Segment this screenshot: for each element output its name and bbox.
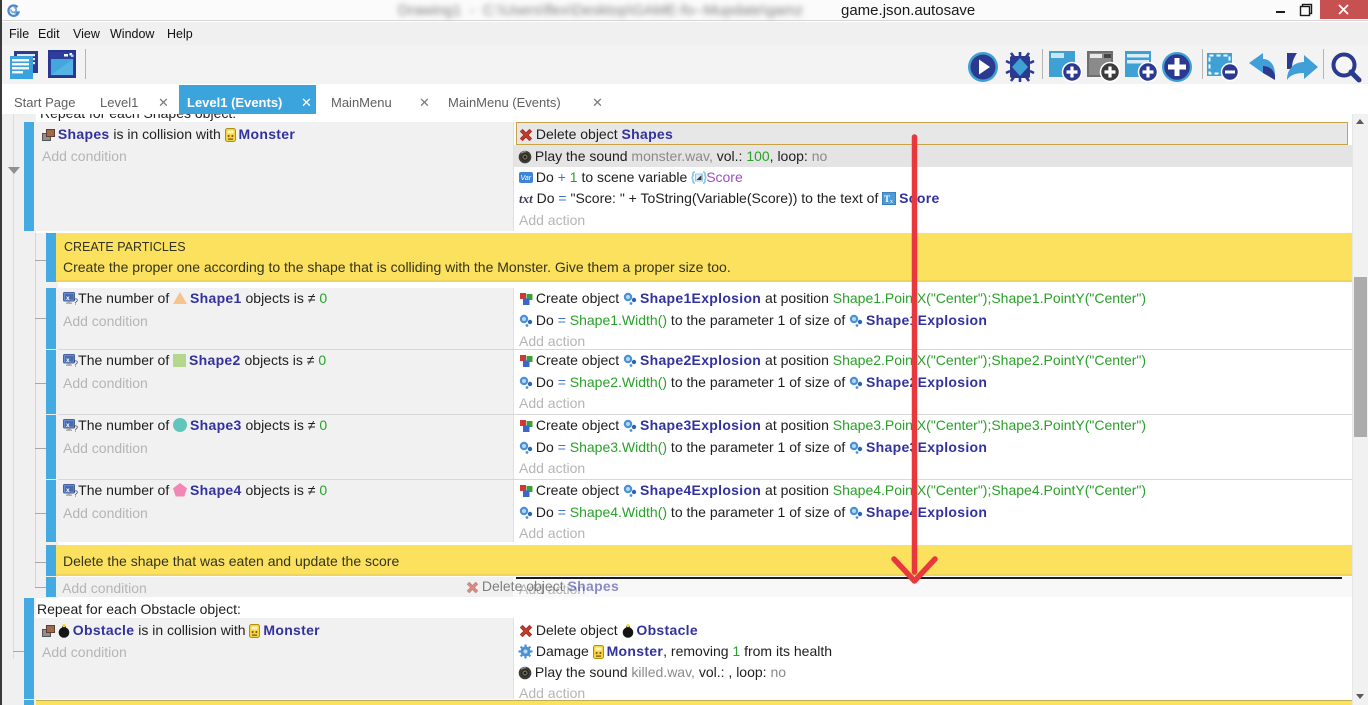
svg-text:?: ?	[74, 360, 79, 368]
svg-text:Var: Var	[521, 175, 532, 182]
svg-text:?: ?	[74, 490, 79, 498]
svg-text:x: x	[66, 487, 70, 494]
svg-text:?: ?	[74, 298, 79, 306]
svg-text:x: x	[66, 295, 70, 302]
svg-text:x: x	[66, 357, 70, 364]
svg-text:?: ?	[74, 425, 79, 433]
svg-text:x: x	[66, 422, 70, 429]
